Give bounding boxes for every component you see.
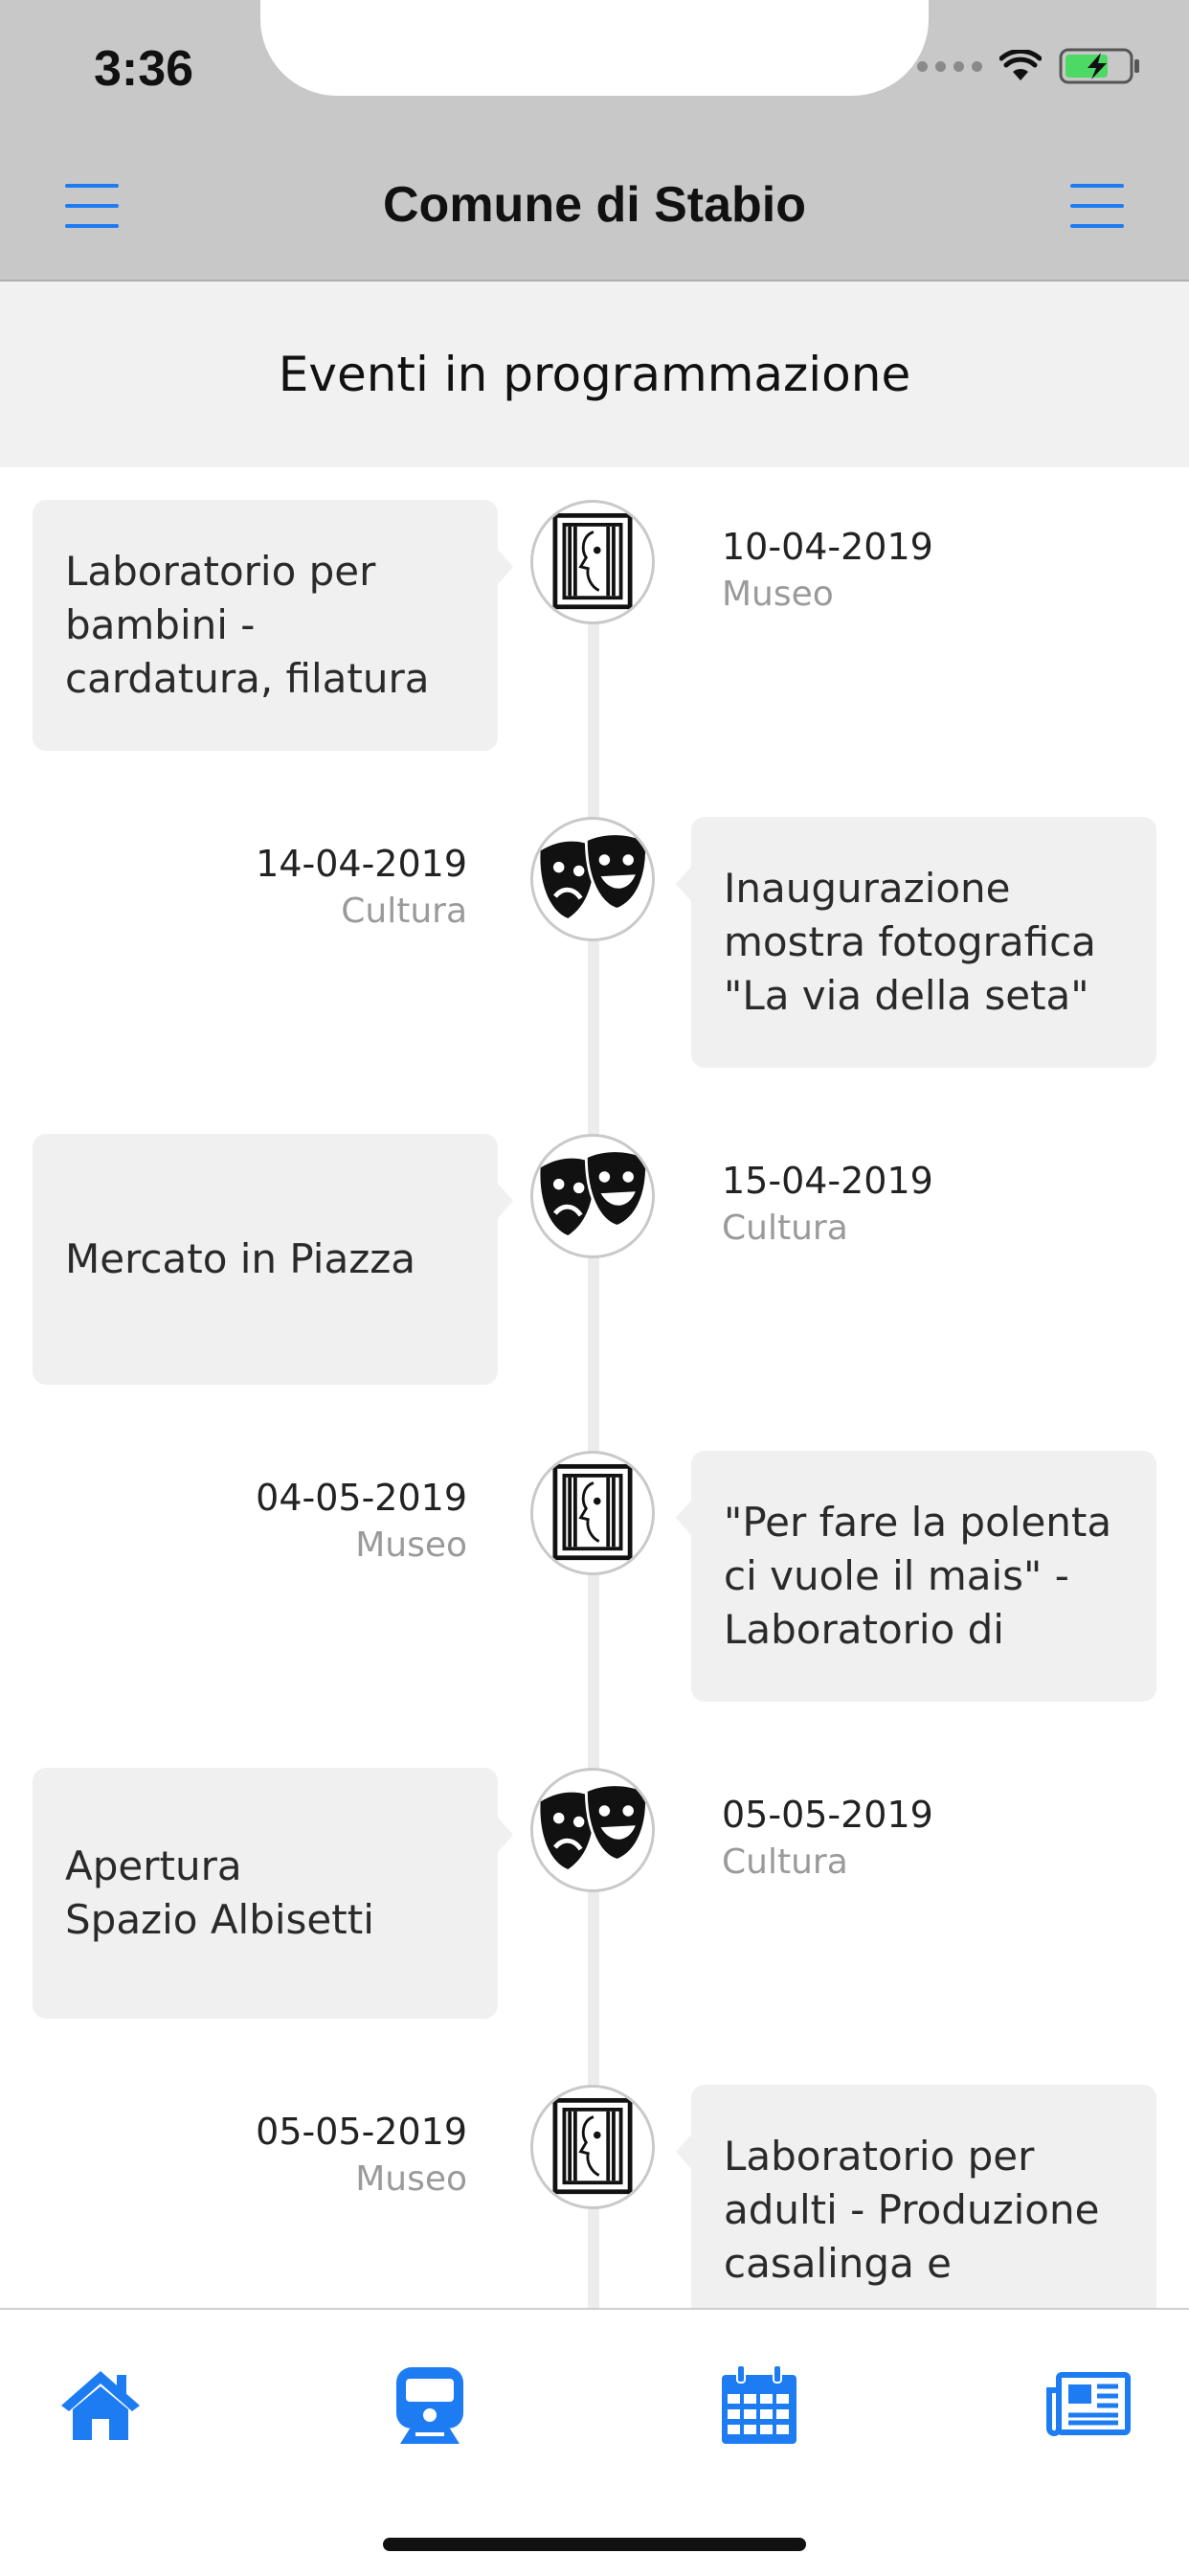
theater-masks-icon [530, 817, 655, 941]
event-title: "Per fare la polenta ci vuole il mais" -… [724, 1499, 1112, 1653]
calendar-icon [722, 2364, 796, 2444]
museum-icon [530, 1451, 655, 1575]
status-time: 3:36 [94, 41, 194, 97]
event-category: Museo [355, 2159, 467, 2199]
event-title: Mercato in Piazza [65, 1235, 416, 1282]
event-item[interactable]: Mercato in Piazza 15-04-2019 Cultura [0, 1101, 1189, 1417]
event-meta: 14-04-2019 Cultura [256, 840, 467, 936]
tab-transport[interactable] [387, 2361, 473, 2448]
event-category: Museo [355, 1525, 467, 1565]
event-meta: 10-04-2019 Museo [722, 523, 933, 619]
event-category: Cultura [722, 1209, 848, 1248]
event-date: 04-05-2019 [256, 1477, 467, 1519]
cellular-signal-icon [917, 60, 982, 72]
tab-bar [0, 2308, 1189, 2576]
device-notch [260, 0, 929, 96]
event-meta: 04-05-2019 Museo [256, 1474, 467, 1570]
event-title: Inaugurazione mostra fotografica "La via… [724, 865, 1096, 1019]
home-indicator[interactable] [383, 2538, 806, 2551]
section-title: Eventi in programmazione [0, 282, 1189, 467]
event-item[interactable]: 04-05-2019 Museo "Per fare la polenta ci… [0, 1418, 1189, 1734]
event-title: Laboratorio per bambini - cardatura, fil… [65, 548, 430, 702]
newspaper-icon [1046, 2372, 1131, 2436]
events-timeline[interactable]: Laboratorio per bambini - cardatura, fil… [0, 467, 1189, 2308]
tab-calendar[interactable] [716, 2361, 802, 2448]
event-category: Cultura [722, 1842, 848, 1882]
event-item[interactable]: 05-05-2019 Museo Laboratorio per adulti … [0, 2052, 1189, 2308]
tab-news[interactable] [1045, 2361, 1132, 2448]
museum-icon [530, 500, 655, 624]
tab-home[interactable] [57, 2361, 144, 2448]
event-title: Apertura Spazio Albisetti [65, 1842, 374, 1943]
event-meta: 05-05-2019 Cultura [722, 1791, 933, 1887]
event-card[interactable]: Inaugurazione mostra fotografica "La via… [676, 817, 1156, 1068]
event-card[interactable]: "Per fare la polenta ci vuole il mais" -… [676, 1451, 1156, 1702]
app-title: Comune di Stabio [383, 177, 806, 233]
right-menu-button[interactable] [1070, 184, 1124, 228]
event-card[interactable]: Laboratorio per bambini - cardatura, fil… [33, 500, 513, 751]
navigation-bar: 3:36 Comune di Stabio [0, 0, 1189, 282]
event-meta: 05-05-2019 Museo [256, 2108, 467, 2203]
event-date: 15-04-2019 [722, 1160, 933, 1202]
train-icon [396, 2367, 463, 2444]
battery-charging-icon [1059, 48, 1139, 84]
home-icon [61, 2371, 140, 2440]
event-meta: 15-04-2019 Cultura [722, 1157, 933, 1253]
event-category: Museo [722, 575, 834, 614]
theater-masks-icon [530, 1768, 655, 1892]
event-category: Cultura [341, 892, 467, 931]
event-title: Laboratorio per adulti - Produzione casa… [724, 2133, 1100, 2287]
status-icons [917, 48, 1141, 84]
event-card[interactable]: Apertura Spazio Albisetti [33, 1768, 513, 2019]
event-date: 05-05-2019 [722, 1794, 933, 1836]
event-date: 14-04-2019 [256, 843, 467, 885]
event-date: 10-04-2019 [722, 526, 933, 568]
theater-masks-icon [530, 1134, 655, 1258]
event-item[interactable]: Laboratorio per bambini - cardatura, fil… [0, 467, 1189, 783]
event-item[interactable]: Apertura Spazio Albisetti 05-05-2019 Cul… [0, 1735, 1189, 2051]
event-card[interactable]: Mercato in Piazza [33, 1134, 513, 1385]
event-card[interactable]: Laboratorio per adulti - Produzione casa… [676, 2085, 1156, 2308]
museum-icon [530, 2085, 655, 2209]
event-item[interactable]: 14-04-2019 Cultura Inaugurazione mostra … [0, 784, 1189, 1100]
event-date: 05-05-2019 [256, 2111, 467, 2153]
wifi-icon [999, 50, 1042, 80]
